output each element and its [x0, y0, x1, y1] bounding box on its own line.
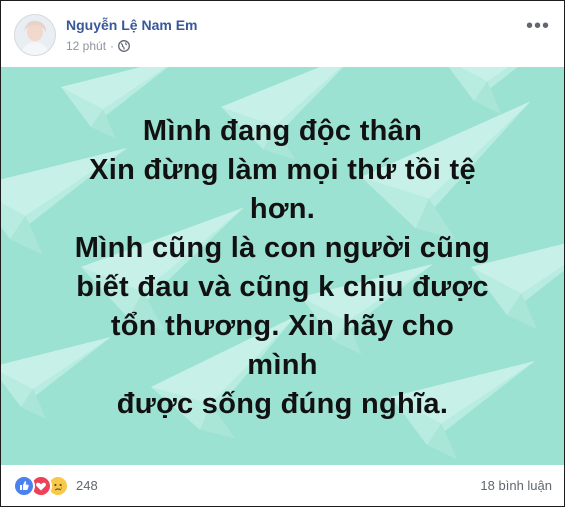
comments-count[interactable]: 18 bình luận: [480, 478, 552, 493]
like-icon: [13, 474, 35, 497]
post-meta: 12 phút ·: [66, 39, 130, 53]
post-time[interactable]: 12 phút: [66, 39, 106, 53]
more-options-icon[interactable]: •••: [526, 16, 550, 36]
post-text: Mình đang độc thân Xin đừng làm mọi thứ …: [73, 112, 493, 424]
post-text-container: Mình đang độc thân Xin đừng làm mọi thứ …: [1, 67, 564, 465]
post-text-line: biết đau và cũng k chịu được: [76, 271, 489, 303]
post-text-line: được sống đúng nghĩa.: [116, 388, 449, 420]
post-text-line: Xin đừng làm mọi thứ tồi tệ: [89, 154, 476, 186]
globe-icon[interactable]: [118, 40, 130, 52]
post-footer: 248 18 bình luận: [1, 465, 564, 506]
author-name[interactable]: Nguyễn Lệ Nam Em: [66, 17, 197, 33]
avatar[interactable]: [14, 14, 56, 56]
post-card: Nguyễn Lệ Nam Em 12 phút · ••• Mình đang…: [0, 0, 565, 507]
post-text-line: tổn thương. Xin hãy cho mình: [110, 310, 455, 381]
reactions-summary[interactable]: 248: [13, 474, 98, 497]
post-text-line: Mình đang độc thân: [142, 115, 423, 147]
post-header: Nguyễn Lệ Nam Em 12 phút · •••: [1, 1, 564, 67]
post-text-line: hơn.: [249, 193, 316, 225]
post-text-line: Mình cũng là con người cũng: [74, 232, 491, 264]
reaction-count[interactable]: 248: [76, 478, 98, 493]
